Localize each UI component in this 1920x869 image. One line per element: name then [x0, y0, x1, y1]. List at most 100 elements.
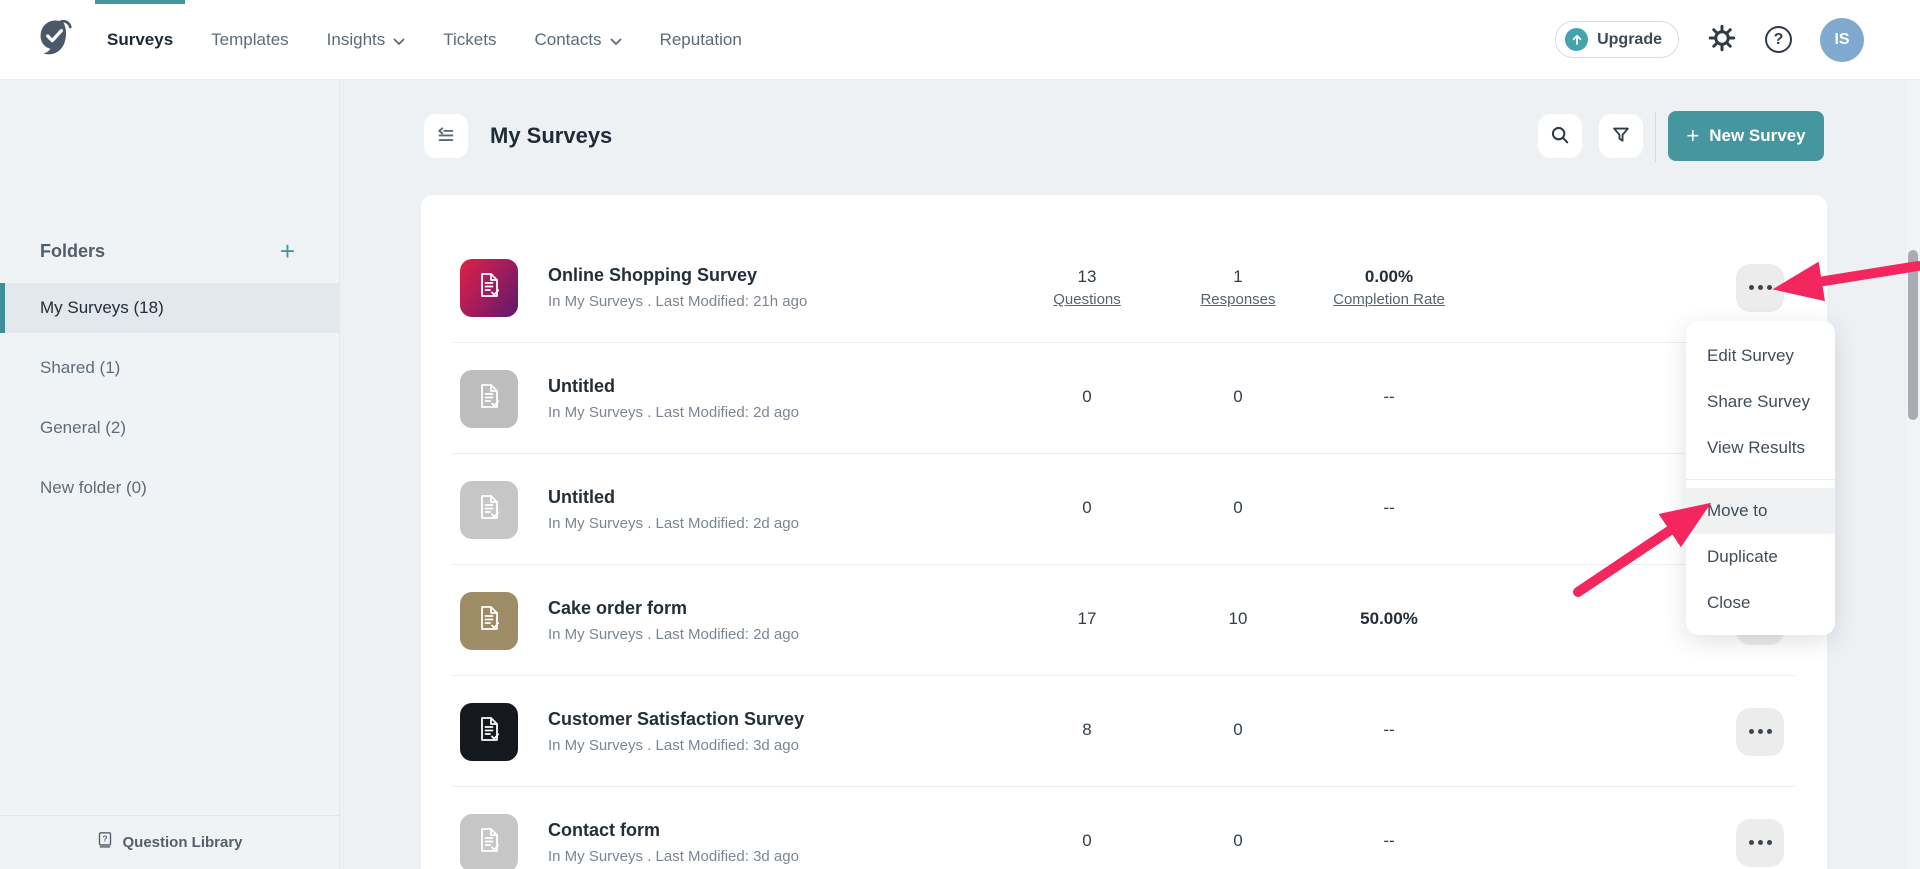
responses-stat: 0 [1162, 387, 1314, 411]
survey-title[interactable]: Untitled [548, 376, 982, 397]
page-title: My Surveys [490, 123, 612, 149]
row-actions-button[interactable] [1736, 264, 1784, 312]
collapse-sidebar-icon [435, 124, 457, 149]
nav-templates[interactable]: Templates [211, 0, 288, 80]
row-actions-button[interactable] [1736, 708, 1784, 756]
survey-row: Customer Satisfaction Survey In My Surve… [421, 676, 1827, 787]
sidebar-item-my-surveys[interactable]: My Surveys (18) [0, 283, 339, 333]
survey-thumbnail[interactable] [460, 259, 518, 317]
responses-count: 1 [1233, 267, 1242, 287]
completion-value: -- [1383, 831, 1394, 851]
completion-stat: -- [1314, 720, 1464, 744]
sidebar-item-general[interactable]: General (2) [0, 403, 339, 453]
menu-item-view-results[interactable]: View Results [1686, 425, 1835, 471]
survey-meta: In My Surveys . Last Modified: 2d ago [548, 404, 982, 421]
scrollbar-thumb[interactable] [1908, 250, 1918, 420]
sidebar-item-label: New folder (0) [40, 478, 147, 498]
topbar-actions: Upgrade ? IS [1555, 18, 1864, 62]
search-icon [1549, 124, 1571, 149]
chevron-down-icon [610, 31, 622, 51]
completion-value: -- [1383, 387, 1394, 407]
nav-tickets-label: Tickets [443, 30, 496, 50]
survey-row: Contact form In My Surveys . Last Modifi… [421, 787, 1827, 869]
new-survey-button[interactable]: + New Survey [1668, 111, 1824, 161]
nav-templates-label: Templates [211, 30, 288, 50]
questions-stat: 0 [1012, 387, 1162, 411]
survey-row: Cake order form In My Surveys . Last Mod… [421, 565, 1827, 676]
nav-contacts[interactable]: Contacts [534, 0, 621, 80]
upgrade-arrow-icon [1565, 28, 1588, 51]
responses-stat: 10 [1162, 609, 1314, 633]
folders-title: Folders [40, 241, 105, 262]
new-survey-label: New Survey [1709, 126, 1805, 146]
survey-document-check-icon [473, 824, 505, 861]
row-actions-button[interactable] [1736, 819, 1784, 867]
top-navigation-bar: Surveys Templates Insights Tickets Conta… [0, 0, 1920, 80]
completion-stat: -- [1314, 831, 1464, 855]
sidebar-item-new-folder[interactable]: New folder (0) [0, 463, 339, 513]
questions-count: 8 [1082, 720, 1091, 740]
folders-sidebar: Folders + My Surveys (18) Shared (1) Gen… [0, 80, 340, 869]
survey-document-check-icon [473, 269, 505, 306]
responses-count: 0 [1233, 387, 1242, 407]
question-library-link[interactable]: ? Question Library [0, 815, 339, 869]
questions-link[interactable]: Questions [1053, 291, 1121, 308]
nav-contacts-label: Contacts [534, 30, 601, 50]
avatar-initials: IS [1834, 31, 1849, 49]
survey-title[interactable]: Contact form [548, 820, 982, 841]
responses-stat: 1 Responses [1162, 267, 1314, 308]
responses-link[interactable]: Responses [1200, 291, 1275, 308]
settings-button[interactable] [1707, 23, 1737, 56]
nav-tickets[interactable]: Tickets [443, 0, 496, 80]
responses-stat: 0 [1162, 720, 1314, 744]
survey-thumbnail[interactable] [460, 481, 518, 539]
help-button[interactable]: ? [1765, 26, 1792, 53]
nav-insights[interactable]: Insights [327, 0, 406, 80]
menu-item-duplicate[interactable]: Duplicate [1686, 534, 1835, 580]
survey-meta: In My Surveys . Last Modified: 21h ago [548, 293, 982, 310]
completion-link[interactable]: Completion Rate [1333, 291, 1445, 308]
upgrade-label: Upgrade [1597, 31, 1662, 49]
questions-count: 0 [1082, 831, 1091, 851]
survey-thumbnail[interactable] [460, 592, 518, 650]
survey-document-check-icon [473, 713, 505, 750]
nav-surveys[interactable]: Surveys [107, 0, 173, 80]
collapse-sidebar-button[interactable] [424, 114, 468, 158]
responses-count: 0 [1233, 498, 1242, 518]
questions-stat: 0 [1012, 831, 1162, 855]
completion-value: 50.00% [1360, 609, 1418, 629]
user-avatar[interactable]: IS [1820, 18, 1864, 62]
survey-meta: In My Surveys . Last Modified: 2d ago [548, 626, 982, 643]
nav-surveys-label: Surveys [107, 30, 173, 50]
survey-title[interactable]: Untitled [548, 487, 982, 508]
survey-document-check-icon [473, 602, 505, 639]
completion-stat: 0.00% Completion Rate [1314, 267, 1464, 308]
responses-count: 0 [1233, 831, 1242, 851]
survey-title[interactable]: Online Shopping Survey [548, 265, 982, 286]
completion-value: -- [1383, 720, 1394, 740]
sparrow-check-logo-icon [35, 17, 75, 62]
survey-title[interactable]: Cake order form [548, 598, 982, 619]
app-logo[interactable] [33, 18, 77, 62]
questions-stat: 13 Questions [1012, 267, 1162, 308]
menu-item-edit-survey[interactable]: Edit Survey [1686, 333, 1835, 379]
menu-item-share-survey[interactable]: Share Survey [1686, 379, 1835, 425]
vertical-scrollbar[interactable] [1906, 80, 1920, 869]
question-library-book-icon: ? [96, 831, 114, 854]
menu-item-close[interactable]: Close [1686, 580, 1835, 626]
search-button[interactable] [1538, 114, 1582, 158]
nav-reputation[interactable]: Reputation [660, 0, 742, 80]
upgrade-button[interactable]: Upgrade [1555, 21, 1679, 58]
completion-value: -- [1383, 498, 1394, 518]
survey-document-check-icon [473, 491, 505, 528]
survey-thumbnail[interactable] [460, 703, 518, 761]
survey-title[interactable]: Customer Satisfaction Survey [548, 709, 982, 730]
questions-count: 0 [1082, 498, 1091, 518]
filter-button[interactable] [1599, 114, 1643, 158]
survey-thumbnail[interactable] [460, 370, 518, 428]
menu-item-move-to[interactable]: Move to [1686, 488, 1835, 534]
add-folder-button[interactable]: + [280, 238, 295, 264]
sidebar-item-shared[interactable]: Shared (1) [0, 343, 339, 393]
survey-thumbnail[interactable] [460, 814, 518, 869]
sidebar-item-label: General (2) [40, 418, 126, 438]
